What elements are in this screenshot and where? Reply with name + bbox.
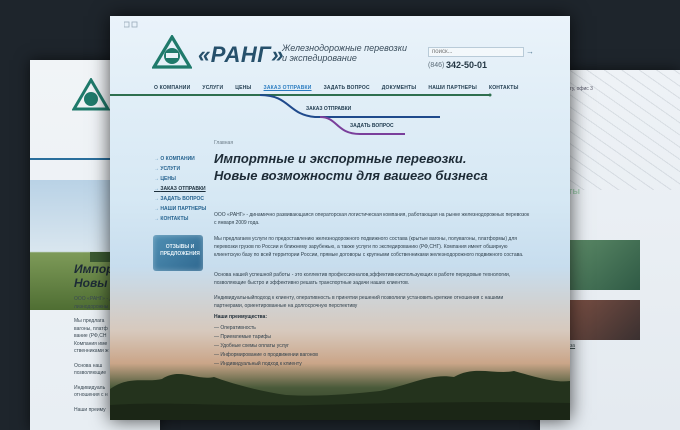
page-title-line2: Новые возможности для вашего бизнеса: [214, 167, 488, 183]
page-title-line1: Импортные и экспортные перевозки.: [214, 151, 467, 166]
logo-icon: [152, 35, 192, 69]
back-text-line: ООО «РАНГ» - д: [74, 296, 113, 302]
sidebar-item[interactable]: ЗАДАТЬ ВОПРОС: [154, 194, 206, 204]
track-label-order[interactable]: ЗАКАЗ ОТПРАВКИ: [306, 106, 351, 112]
back-text-line: Наши преиму: [74, 406, 106, 413]
landscape-illustration: [110, 370, 570, 420]
advantages-title: Наши преимущества:: [214, 314, 267, 320]
feedback-banner-line2: ПРЕДЛОЖЕНИЯ: [160, 250, 200, 257]
back-title-line1: Импор: [74, 262, 114, 276]
back-text-line: позволяющие: [74, 370, 107, 376]
back-text-line: [74, 400, 112, 407]
feedback-banner-line1: ОТЗЫВЫ И: [165, 244, 195, 250]
content-paragraph: Мы предлагаем услуги по предоставлению ж…: [214, 236, 524, 258]
search-input[interactable]: [428, 47, 524, 57]
promo-panel: [570, 240, 640, 290]
back-title-line2: Новы: [74, 276, 108, 291]
sidebar-item[interactable]: КОНТАКТЫ: [154, 214, 206, 224]
phone-number: 342-50-01: [446, 60, 488, 70]
sidebar-item[interactable]: ЦЕНЫ: [154, 174, 206, 184]
content-paragraph: ООО «РАНГ» - динамично развивающаяся опе…: [214, 212, 530, 226]
feedback-banner-text[interactable]: ОТЗЫВЫ И ПРЕДЛОЖЕНИЯ: [160, 244, 200, 257]
rail-tracks-decoration: [110, 93, 492, 135]
back-text-line: [74, 311, 112, 318]
brand-name: «РАНГ»: [198, 42, 285, 67]
sidebar-item[interactable]: НАШИ ПАРТНЕРЫ: [154, 204, 206, 214]
tagline-line2: и экспедирование: [282, 52, 357, 63]
back-text-line: Компания име: [74, 340, 108, 347]
back-text-line: Основа наш: [74, 362, 103, 369]
back-link[interactable]: за: [570, 343, 575, 350]
back-text-line: лизнодорожны: [74, 303, 109, 310]
back-text-line: ственниками ж: [74, 348, 109, 354]
sidebar-menu: О КОМПАНИИУСЛУГИЦЕНЫЗАКАЗ ОТПРАВКИЗАДАТЬ…: [154, 154, 206, 224]
back-text-line: [74, 356, 112, 363]
sidebar-item[interactable]: О КОМПАНИИ: [154, 154, 206, 164]
back-text-line: вание (РФ,СН: [74, 333, 107, 339]
content-paragraph: Основа нашей успешной работы - это колле…: [214, 272, 511, 286]
breadcrumb[interactable]: Главная: [214, 140, 233, 146]
sidebar-item[interactable]: УСЛУГИ: [154, 164, 206, 174]
back-page-text: ООО «РАНГ» - д лизнодорожны Мы предлага ваг…: [74, 296, 112, 414]
advantage-item: Оперативность: [214, 325, 256, 331]
page-title: Импортные и экспортные перевозки. Новые …: [214, 151, 554, 185]
window-controls-icon: [124, 21, 138, 28]
search-button[interactable]: →: [525, 47, 535, 57]
promo-panel: [570, 300, 640, 340]
back-text-line: отношения с н: [74, 392, 108, 398]
main-page: «РАНГ» Железнодорожные перевозки и экспе…: [110, 16, 570, 420]
advantage-item: Приемлемые тарифы: [214, 334, 271, 340]
logo-icon: [72, 78, 110, 111]
back-text-line: [74, 378, 112, 385]
back-address: гу, офис 3: [570, 86, 593, 92]
tagline: Железнодорожные перевозки и экспедирован…: [282, 43, 407, 64]
track-label-question[interactable]: ЗАДАТЬ ВОПРОС: [350, 123, 394, 129]
back-text-line: Индивидуаль: [74, 384, 106, 391]
content-paragraph: Индивидуальныйподход к клиенту, оператив…: [214, 295, 504, 309]
back-text-line: вагоны, платф: [74, 325, 108, 332]
back-text-line: Мы предлага: [74, 318, 105, 324]
phone-prefix: (846): [428, 62, 445, 69]
advantage-item: Информирование о продвижении вагонов: [214, 352, 318, 358]
sidebar-item[interactable]: ЗАКАЗ ОТПРАВКИ: [154, 184, 206, 194]
advantage-item: Удобные схемы оплаты услуг: [214, 343, 289, 349]
